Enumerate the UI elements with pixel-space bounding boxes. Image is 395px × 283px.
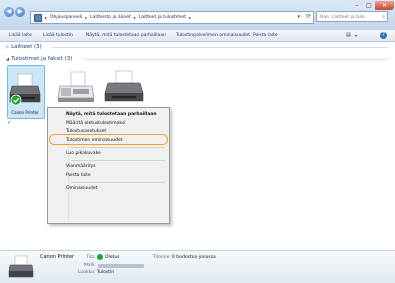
printer-icon <box>8 255 34 278</box>
details-category-value: Tulostin <box>97 270 115 275</box>
menu-separator <box>71 182 165 183</box>
remove-device-button[interactable]: Poista laite <box>253 30 278 41</box>
see-whats-printing-button[interactable]: Näytä, mitä tulostetaan parhaillaan <box>86 30 166 41</box>
breadcrumb-control-panel[interactable]: Ohjauspaneeli <box>50 15 82 20</box>
address-dropdown-icon[interactable]: ▾ <box>297 14 300 20</box>
refresh-icon[interactable]: ⟳ <box>306 13 311 20</box>
collapsed-arrow-icon: ▷ <box>6 44 10 49</box>
group-printers-label: Tulostimet ja faksit (3) <box>11 56 73 62</box>
default-printer-icon <box>97 254 103 260</box>
details-status-value: 0 tiedostoa jonossa <box>172 255 216 260</box>
group-divider <box>84 59 388 60</box>
view-options-icon[interactable]: ▤ <box>346 30 351 41</box>
breadcrumb-separator-icon: ▸ <box>188 15 191 20</box>
expanded-arrow-icon: ◢ <box>6 56 10 61</box>
breadcrumb-separator-icon: ▸ <box>45 15 48 20</box>
group-devices[interactable]: ▷ Laitteet (3) <box>6 44 42 50</box>
menu-item-troubleshoot[interactable]: Vianmääritys <box>66 164 96 169</box>
help-icon[interactable]: ? <box>380 32 387 39</box>
search-icon[interactable]: ⌕ <box>382 12 385 23</box>
devices-and-printers-window: ◀ ▶ ▸ Ohjauspaneeli ▸ Laitteisto ja ääne… <box>0 0 395 283</box>
details-state-label: Tila: <box>86 255 96 260</box>
add-device-button[interactable]: Lisää laite <box>9 30 32 41</box>
breadcrumb-devices-printers[interactable]: Laitteet ja tulostimet <box>139 15 186 20</box>
breadcrumb-separator-icon: ▸ <box>133 15 136 20</box>
print-server-properties-button[interactable]: Tulostinpalvelimen ominaisuudet <box>176 30 250 41</box>
command-bar: Lisää laite Lisää tulostin Näytä, mitä t… <box>0 30 395 42</box>
menu-item-see-whats-printing[interactable]: Näytä, mitä tulostetaan parhaillaan <box>66 112 157 117</box>
maximize-button[interactable]: □ <box>363 1 375 10</box>
menu-item-set-default[interactable]: Määritä oletustulostimeksi <box>66 121 126 126</box>
details-model-label: Malli: <box>84 263 96 268</box>
forward-button[interactable]: ▶ <box>15 7 25 17</box>
breadcrumb-hardware-sound[interactable]: Laitteisto ja äänet <box>90 15 131 20</box>
printer-icon[interactable] <box>104 69 144 107</box>
group-divider <box>52 47 388 48</box>
add-printer-button[interactable]: Lisää tulostin <box>43 30 73 41</box>
control-panel-icon <box>34 13 42 22</box>
checkmark-icon: ✓ <box>7 120 12 126</box>
menu-separator <box>71 147 165 148</box>
details-state-value: Oletus <box>105 255 120 260</box>
breadcrumb-separator-icon: ▸ <box>85 15 88 20</box>
printer-item-label: Canon Printer <box>11 110 39 115</box>
group-devices-label: Laitteet (3) <box>11 44 42 50</box>
details-printer-name: Canon Printer <box>40 254 75 260</box>
search-input[interactable]: Hae: Laitteet ja tulo... ⌕ <box>316 11 388 22</box>
view-dropdown-icon[interactable]: ▾ <box>355 30 357 41</box>
menu-item-create-shortcut[interactable]: Luo pikakuvake <box>66 151 101 156</box>
address-bar[interactable]: ▸ Ohjauspaneeli ▸ Laitteisto ja äänet ▸ … <box>30 11 314 24</box>
model-value-blurred <box>98 264 144 268</box>
back-button[interactable]: ◀ <box>4 7 14 17</box>
printer-icon <box>9 73 41 106</box>
title-bar: ◀ ▶ ▸ Ohjauspaneeli ▸ Laitteisto ja ääne… <box>0 0 395 31</box>
minimize-button[interactable]: – <box>351 1 363 10</box>
close-button[interactable]: ✕ <box>375 1 394 10</box>
details-status-label: Tilanne: <box>153 255 171 260</box>
menu-item-properties[interactable]: Ominaisuudet <box>66 186 97 191</box>
search-placeholder: Hae: Laitteet ja tulo... <box>320 15 369 20</box>
menu-item-remove-device[interactable]: Poista laite <box>66 173 91 178</box>
group-printers[interactable]: ◢ Tulostimet ja faksit (3) <box>6 56 72 62</box>
fax-icon[interactable] <box>57 70 95 106</box>
highlight-ring <box>49 134 168 145</box>
details-category-label: Luokka: <box>78 270 96 275</box>
menu-separator <box>71 160 165 161</box>
